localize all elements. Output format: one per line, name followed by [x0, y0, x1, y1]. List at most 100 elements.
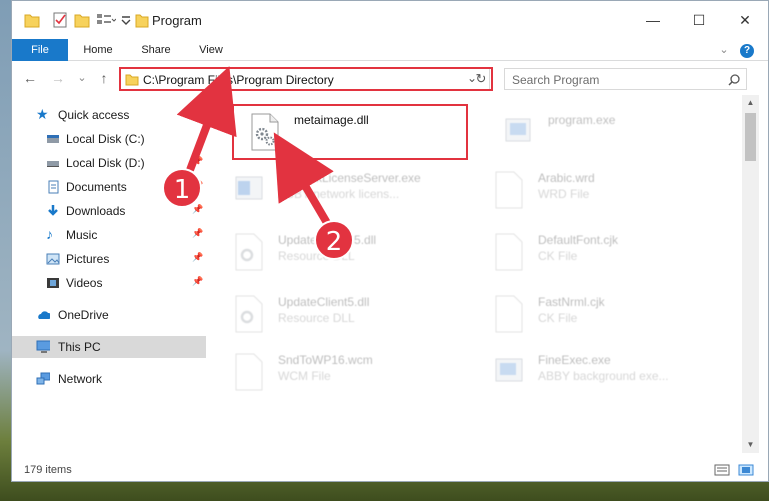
sidebar-item-label: Downloads — [66, 204, 126, 218]
file-type: CK File — [538, 311, 578, 325]
star-icon: ★ — [36, 106, 49, 122]
sidebar-item-pictures[interactable]: Pictures 📌 — [12, 248, 206, 270]
pin-icon[interactable]: 📌 — [192, 204, 203, 215]
forward-button[interactable]: → — [48, 67, 68, 89]
download-icon — [48, 205, 58, 216]
file-type: WCM File — [278, 369, 331, 383]
help-button[interactable]: ? — [738, 39, 756, 61]
pin-icon[interactable]: 📌 — [192, 156, 203, 167]
generic-file-icon — [495, 233, 523, 271]
drive-icon — [47, 161, 59, 167]
file-name: SndToWP16.wcm — [278, 353, 373, 367]
help-icon: ? — [740, 44, 754, 58]
pictures-icon — [46, 253, 60, 265]
exe-file-icon — [235, 176, 263, 200]
file-item-program-exe[interactable]: program.exe — [476, 101, 716, 157]
scroll-down-icon[interactable]: ▼ — [742, 437, 759, 453]
file-highlight — [232, 104, 468, 160]
vertical-scrollbar[interactable]: ▲ ▼ — [742, 95, 759, 453]
exe-file-icon — [505, 118, 531, 142]
back-button[interactable]: ← — [20, 67, 40, 89]
sidebar-item-label: Local Disk (C:) — [66, 132, 145, 146]
sidebar-item-label: Pictures — [66, 252, 110, 266]
pin-icon[interactable]: 📌 — [192, 228, 203, 239]
file-item-fastnrml-cjk[interactable]: FastNrml.cjk CK File — [466, 283, 706, 339]
close-button[interactable]: ✕ — [722, 7, 768, 33]
file-type: WRD File — [538, 187, 590, 201]
file-item-defaultfont-cjk[interactable]: DefaultFont.cjk CK File — [466, 221, 706, 277]
tab-view[interactable]: View — [188, 39, 234, 61]
window-title: Program — [152, 13, 202, 28]
sidebar-item-onedrive[interactable]: OneDrive — [12, 304, 206, 326]
ribbon-expand-icon[interactable]: ⌄ — [714, 39, 734, 61]
folder-icon[interactable] — [24, 11, 40, 29]
network-icon — [36, 372, 50, 385]
item-count: 179 items — [24, 464, 72, 476]
generic-file-icon — [235, 353, 263, 391]
file-item-sndtowp16-wcm[interactable]: SndToWP16.wcm WCM File — [206, 341, 446, 397]
file-item-arabic-wrd[interactable]: Arabic.wrd WRD File — [466, 159, 706, 215]
scroll-thumb[interactable] — [745, 113, 756, 161]
search-icon[interactable] — [727, 73, 741, 87]
properties-icon[interactable] — [52, 11, 68, 29]
sidebar-item-label: This PC — [58, 340, 101, 354]
music-icon: ♪ — [46, 226, 53, 242]
computer-icon — [36, 340, 50, 353]
file-item-fineexec-exe[interactable]: FineExec.exe ABBY background exe... — [466, 341, 706, 397]
sidebar-item-label: Local Disk (D:) — [66, 156, 145, 170]
generic-file-icon — [495, 171, 523, 209]
file-type: ABBY background exe... — [538, 369, 669, 383]
new-folder-icon[interactable] — [74, 11, 90, 29]
drive-icon — [47, 135, 59, 143]
sidebar-item-videos[interactable]: Videos 📌 — [12, 272, 206, 294]
sidebar-item-quick-access[interactable]: ★ Quick access — [12, 104, 206, 126]
minimize-button[interactable]: — — [630, 7, 676, 33]
file-name: UpdateClient5.dll — [278, 295, 370, 309]
file-name: FineExec.exe — [538, 353, 611, 367]
tab-share[interactable]: Share — [132, 39, 180, 61]
cloud-icon — [38, 311, 50, 319]
file-type: ABBY network licens... — [278, 187, 400, 201]
sidebar-item-this-pc[interactable]: This PC — [12, 336, 206, 358]
status-bar: 179 items — [12, 459, 768, 481]
tab-file[interactable]: File — [12, 39, 68, 61]
sidebar-item-music[interactable]: ♪ Music 📌 — [12, 224, 206, 246]
customize-toolbar-icon[interactable] — [120, 11, 132, 29]
pin-icon[interactable]: 📌 — [192, 252, 203, 263]
scroll-up-icon[interactable]: ▲ — [742, 95, 759, 111]
sidebar-item-label: Quick access — [58, 108, 130, 122]
sidebar-item-label: Documents — [66, 180, 127, 194]
exe-file-icon — [495, 358, 523, 382]
file-type: Resource DLL — [278, 311, 355, 325]
ribbon-tabs: File Home Share View ⌄ ? — [12, 39, 768, 61]
address-bar-highlight — [119, 67, 493, 91]
pin-icon[interactable]: 📌 — [192, 276, 203, 287]
file-name: Arabic.wrd — [538, 171, 595, 185]
file-name: NetworkLicenseServer.exe — [278, 171, 421, 185]
documents-icon — [48, 180, 59, 194]
sidebar-item-network[interactable]: Network — [12, 368, 206, 390]
title-bar: Program — ☐ ✕ — [12, 1, 768, 39]
sidebar-item-label: Music — [66, 228, 98, 242]
search-box[interactable]: Search Program — [504, 68, 747, 90]
navigation-pane: ★ Quick access Local Disk (C:) Local Dis… — [12, 95, 206, 453]
sidebar-item-label: OneDrive — [58, 308, 109, 322]
folder-icon — [135, 14, 149, 28]
file-item-updateclient5-dll[interactable]: UpdateClient5.dll Resource DLL — [206, 283, 446, 339]
file-name: program.exe — [548, 113, 616, 127]
file-name: DefaultFont.cjk — [538, 233, 619, 247]
step-1-badge: 1 — [162, 168, 202, 208]
file-item-networklicenseserver-exe[interactable]: NetworkLicenseServer.exe ABBY network li… — [206, 159, 446, 215]
view-options-icon[interactable] — [96, 11, 116, 29]
step-2-badge: 2 — [314, 220, 354, 260]
sidebar-item-label: Network — [58, 372, 103, 386]
details-view-icon[interactable] — [714, 464, 730, 476]
tab-home[interactable]: Home — [74, 39, 122, 61]
sidebar-item-local-disk-c[interactable]: Local Disk (C:) — [12, 128, 206, 150]
recent-locations-button[interactable]: ⌄ — [72, 67, 92, 89]
large-icons-view-icon[interactable] — [738, 464, 754, 476]
maximize-button[interactable]: ☐ — [676, 7, 722, 33]
search-input[interactable]: Search Program — [512, 73, 599, 87]
up-button[interactable]: ↑ — [94, 67, 114, 89]
file-name: FastNrml.cjk — [538, 295, 605, 309]
